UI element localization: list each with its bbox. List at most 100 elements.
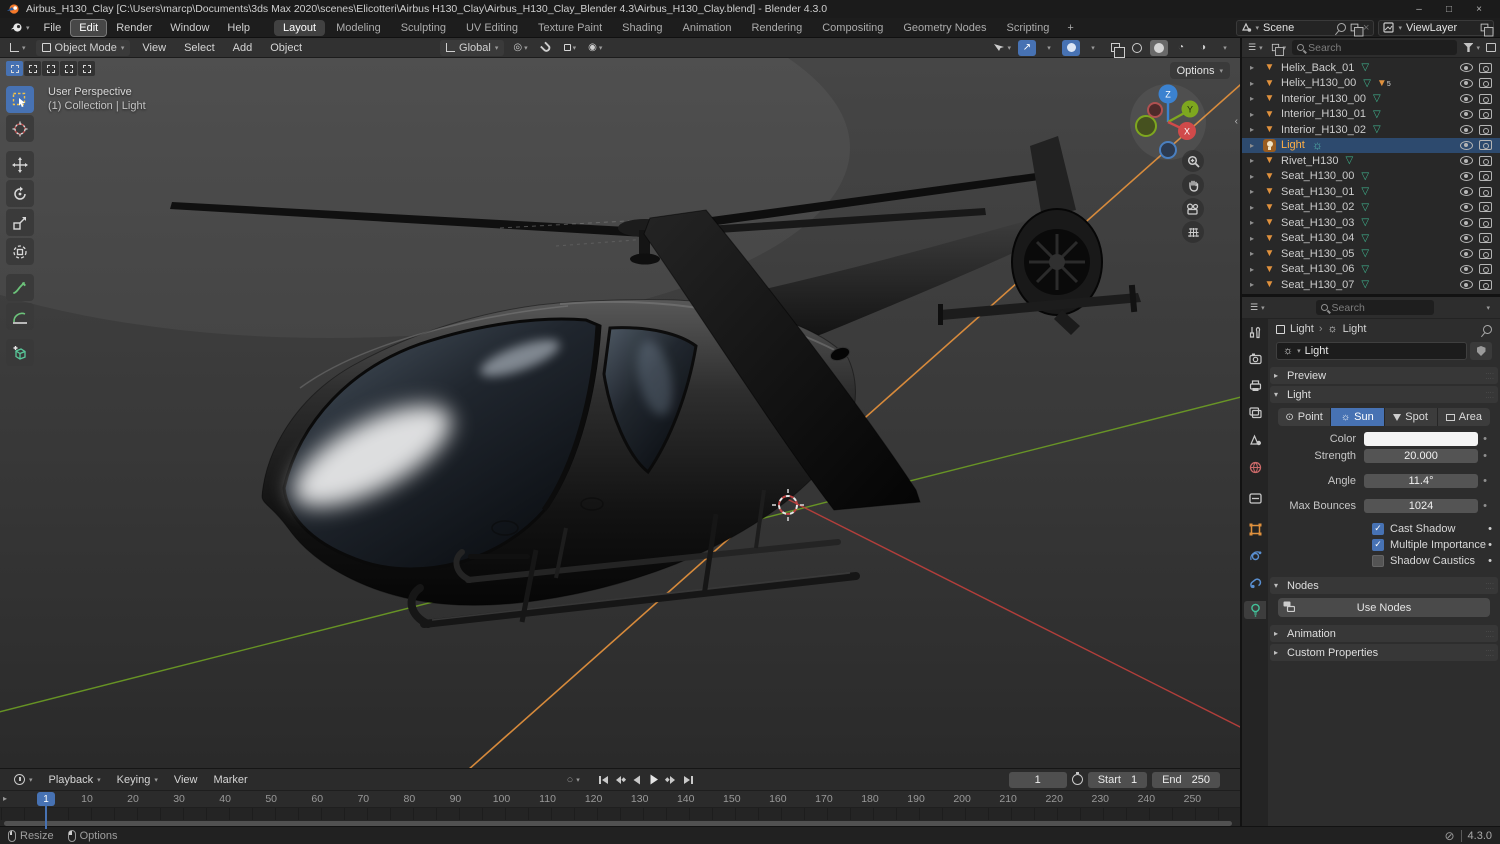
properties-editor-type-button[interactable]: ☰ ▾ (1248, 302, 1267, 313)
mesh-object-icon[interactable]: ▼ (1263, 78, 1276, 89)
scene-selector[interactable]: ▾ Scene × (1235, 19, 1375, 37)
pan-button[interactable] (1182, 174, 1204, 196)
gizmo-axis-neg-z[interactable] (1159, 141, 1177, 159)
outliner-row[interactable]: ▸ ▼ Seat_H130_05 ▽ (1242, 246, 1500, 262)
menu-file[interactable]: File (36, 20, 70, 36)
transform-tool[interactable] (6, 238, 34, 265)
timeline-ruler[interactable]: ▸ 1 10 20 30 40 50 60 70 80 90 100 110 120 130 140 150… (0, 791, 1240, 829)
disable-render-icon[interactable] (1479, 202, 1492, 213)
animate-decorator[interactable]: • (1488, 539, 1492, 551)
next-keyframe-button[interactable] (664, 772, 679, 787)
outliner-filter-button[interactable]: ▾ (1461, 43, 1482, 52)
prev-frame-button[interactable] (630, 772, 645, 787)
gizmo-dropdown[interactable]: ▾ (1040, 40, 1058, 56)
timeline-editor-type-button[interactable]: ▾ (8, 773, 39, 786)
disable-render-icon[interactable] (1479, 78, 1492, 89)
fake-user-button[interactable] (1470, 342, 1492, 360)
pivot-point-dropdown[interactable]: ◎ ▾ (510, 40, 530, 56)
timeline-tracks[interactable] (0, 808, 1240, 820)
mesh-object-icon[interactable]: ▼ (1263, 202, 1276, 213)
outliner-row[interactable]: ▸ ▼ Seat_H130_02 ▽ (1242, 200, 1500, 216)
tool-properties-tab[interactable] (1244, 323, 1266, 341)
mesh-object-icon[interactable]: ▼ (1263, 109, 1276, 120)
mesh-object-icon[interactable]: ▼ (1263, 248, 1276, 259)
properties-search[interactable] (1315, 300, 1434, 315)
max-bounces-field[interactable]: 1024 (1364, 498, 1478, 513)
move-tool[interactable] (6, 151, 34, 178)
transform-orientation-dropdown[interactable]: Global ▾ (440, 39, 505, 56)
outliner-row[interactable]: ▸ ▼ Helix_H130_00 ▽ ▼5 (1242, 76, 1500, 92)
channel-expand-arrow[interactable]: ▸ (3, 794, 7, 803)
animate-decorator[interactable]: • (1478, 500, 1492, 512)
shading-rendered-button[interactable]: ◑ (1194, 40, 1212, 56)
hide-viewport-icon[interactable] (1460, 264, 1473, 274)
nodes-panel-header[interactable]: ▾ Nodes ···· ···· (1270, 577, 1498, 594)
app-menu-button[interactable]: ▾ (6, 20, 34, 35)
new-viewlayer-icon[interactable] (1480, 23, 1493, 37)
outliner-row-selected[interactable]: ▸ Light ☼ (1242, 137, 1500, 153)
object-name[interactable]: Light (1281, 139, 1305, 151)
menu-playback[interactable]: Playback ▾ (43, 773, 107, 787)
disable-render-icon[interactable] (1479, 140, 1492, 151)
playhead[interactable]: 1 (37, 792, 55, 829)
scene-properties-tab[interactable] (1244, 431, 1266, 449)
object-name[interactable]: Seat_H130_01 (1281, 186, 1354, 198)
tab-scripting[interactable]: Scripting (998, 20, 1059, 36)
timeline-scrollbar[interactable] (0, 820, 1240, 826)
play-button[interactable] (647, 772, 662, 787)
outliner-search-input[interactable] (1308, 41, 1453, 54)
zoom-button[interactable] (1182, 150, 1204, 172)
disable-render-icon[interactable] (1479, 155, 1492, 166)
light-object-icon[interactable] (1263, 138, 1276, 152)
outliner-row[interactable]: ▸ ▼ Seat_H130_04 ▽ (1242, 231, 1500, 247)
snap-settings-dropdown[interactable]: ▾ (561, 40, 580, 56)
overlays-dropdown[interactable]: ▾ (1084, 40, 1102, 56)
hide-viewport-icon[interactable] (1460, 140, 1473, 150)
playhead-frame-badge[interactable]: 1 (37, 792, 55, 806)
hide-viewport-icon[interactable] (1460, 202, 1473, 212)
light-panel-header[interactable]: ▾ Light ···· ···· (1270, 386, 1498, 403)
outliner-row[interactable]: ▸ ▼ Interior_H130_01 ▽ (1242, 107, 1500, 123)
add-workspace-button[interactable]: + (1060, 20, 1080, 36)
stopwatch-icon[interactable] (1071, 771, 1083, 785)
animate-decorator[interactable]: • (1478, 433, 1492, 445)
outliner-row[interactable]: ▸ ▼ Helix_Back_01 ▽ (1242, 60, 1500, 76)
physics-properties-tab[interactable] (1244, 547, 1266, 565)
proportional-editing-toggle[interactable]: ◉ ▾ (585, 40, 605, 56)
light-name-field[interactable]: ☼ ▾ Light (1276, 342, 1467, 360)
select-extend-button[interactable] (24, 61, 41, 76)
outliner-row[interactable]: ▸ ▼ Rivet_H130 ▽ (1242, 153, 1500, 169)
hide-viewport-icon[interactable] (1460, 63, 1473, 73)
expand-arrow-icon[interactable]: ▸ (1250, 141, 1263, 150)
mode-dropdown[interactable]: Object Mode ▾ (35, 39, 131, 56)
expand-arrow-icon[interactable]: ▸ (1250, 156, 1263, 165)
hide-viewport-icon[interactable] (1460, 249, 1473, 259)
object-properties-tab[interactable] (1244, 520, 1266, 538)
object-name[interactable]: Rivet_H130 (1281, 155, 1338, 167)
tab-sculpting[interactable]: Sculpting (392, 20, 455, 36)
maximize-button[interactable]: □ (1434, 4, 1464, 15)
menu-add[interactable]: Add (227, 41, 259, 55)
object-name[interactable]: Seat_H130_04 (1281, 232, 1354, 244)
object-visibility-dropdown[interactable]: ▾ (990, 40, 1014, 56)
output-properties-tab[interactable] (1244, 377, 1266, 395)
menu-select[interactable]: Select (178, 41, 221, 55)
preview-panel-header[interactable]: ▸ Preview ···· ···· (1270, 367, 1498, 384)
hide-viewport-icon[interactable] (1460, 233, 1473, 243)
editor-type-button[interactable]: ▾ (6, 42, 30, 53)
shading-solid-button[interactable] (1150, 39, 1168, 56)
orthographic-toggle-button[interactable] (1182, 221, 1204, 243)
hide-viewport-icon[interactable] (1460, 218, 1473, 228)
minimize-button[interactable]: – (1404, 4, 1434, 15)
disable-render-icon[interactable] (1479, 217, 1492, 228)
unlink-scene-icon[interactable]: × (1363, 22, 1369, 34)
expand-arrow-icon[interactable]: ▸ (1250, 63, 1263, 72)
mesh-object-icon[interactable]: ▼ (1263, 264, 1276, 275)
menu-marker[interactable]: Marker (207, 773, 253, 787)
expand-arrow-icon[interactable]: ▸ (1250, 94, 1263, 103)
outliner-row[interactable]: ▸ ▼ Interior_H130_02 ▽ (1242, 122, 1500, 138)
rotate-tool[interactable] (6, 180, 34, 207)
tab-compositing[interactable]: Compositing (813, 20, 892, 36)
menu-edit[interactable]: Edit (70, 18, 108, 37)
snap-toggle[interactable] (537, 40, 555, 56)
